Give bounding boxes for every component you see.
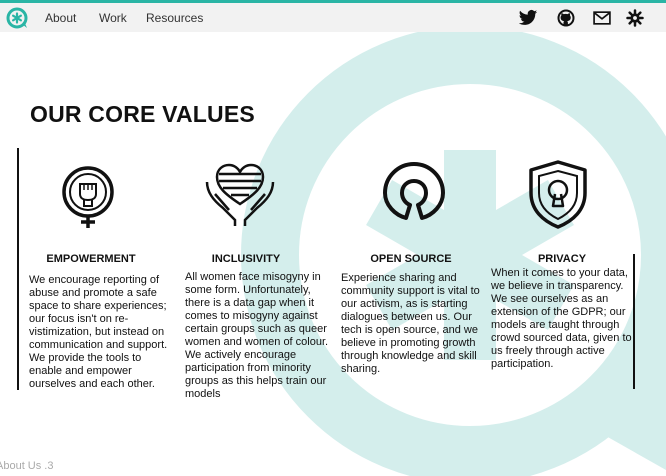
value-title-open-source: OPEN SOURCE: [370, 253, 452, 265]
female-fist-icon: [62, 166, 114, 228]
nav-resources[interactable]: Resources: [146, 11, 203, 25]
value-title-privacy: PRIVACY: [537, 253, 587, 265]
core-values-section: OUR CORE VALUES EMPOWERMENT We encourage…: [0, 0, 666, 476]
heart-hands-icon: [205, 163, 275, 226]
value-text-privacy: When it comes to your data, we believe i…: [491, 267, 632, 370]
value-title-inclusivity: INCLUSIVITY: [211, 253, 281, 265]
nav-work[interactable]: Work: [99, 11, 127, 25]
twitter-icon[interactable]: [518, 8, 538, 28]
page-title: OUR CORE VALUES: [30, 101, 255, 127]
top-navigation-bar: About Work Resources: [0, 0, 666, 32]
value-text-open-source: Experience sharing and community support…: [341, 272, 480, 375]
shield-keyhole-icon: [529, 160, 587, 229]
speech-bubble-asterisk-icon[interactable]: [5, 6, 29, 30]
footer-text: About Us .3: [0, 460, 54, 472]
left-divider: [17, 148, 19, 390]
open-source-icon: [383, 162, 445, 220]
value-text-empowerment: We encourage reporting of abuse and prom…: [29, 274, 168, 390]
mail-icon[interactable]: [592, 8, 612, 28]
value-text-inclusivity: All women face misogyny in some form. Un…: [185, 271, 329, 400]
nav-about[interactable]: About: [45, 11, 76, 25]
github-icon[interactable]: [556, 8, 576, 28]
settings-gear-icon[interactable]: [625, 8, 645, 28]
value-title-empowerment: EMPOWERMENT: [46, 253, 136, 265]
